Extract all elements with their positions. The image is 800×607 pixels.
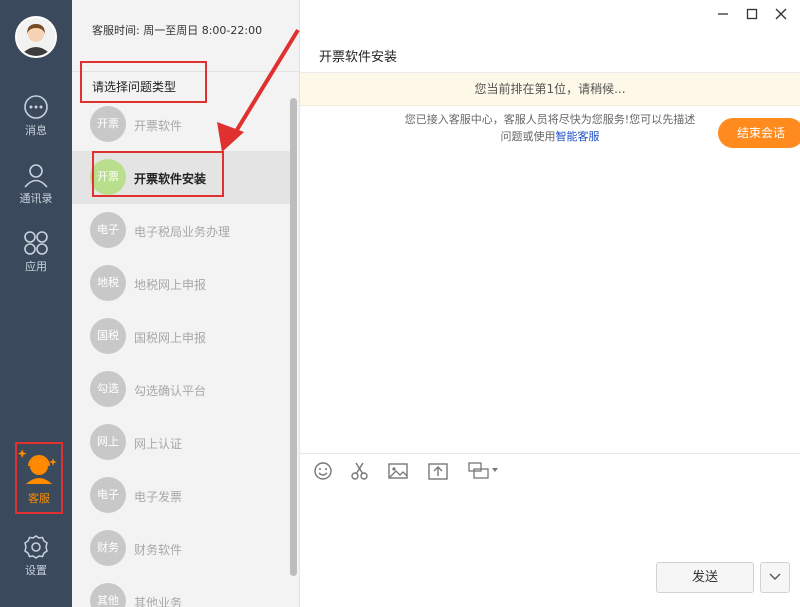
category-badge: 勾选 — [90, 371, 126, 407]
maximize-icon[interactable] — [743, 8, 761, 26]
apps-grid-icon — [24, 231, 48, 255]
user-avatar[interactable] — [15, 16, 57, 58]
category-item[interactable]: 网上 网上认证 — [72, 416, 290, 469]
category-item[interactable]: 开票 开票软件 — [72, 98, 290, 151]
smart-service-link[interactable]: 智能客服 — [556, 130, 600, 143]
chat-bubble-icon — [24, 95, 48, 119]
category-name: 地税网上申报 — [134, 278, 207, 292]
selected-highlight-box — [92, 151, 224, 197]
emoji-icon[interactable] — [312, 460, 334, 482]
category-item[interactable]: 财务 财务软件 — [72, 522, 290, 575]
send-options-chevron-down-icon[interactable] — [760, 562, 790, 593]
rail-item-messages[interactable]: 消息 — [0, 94, 72, 138]
category-item[interactable]: 地税 地税网上申报 — [72, 257, 290, 310]
category-name: 其他业务 — [134, 596, 183, 607]
rail-item-label: 应用 — [25, 260, 47, 273]
minimize-icon[interactable] — [714, 8, 732, 26]
rail-item-label: 消息 — [25, 124, 47, 137]
chat-panel: 开票软件安装 您当前排在第1位，请稍候... 您已接入客服中心，客服人员将尽快为… — [300, 0, 800, 607]
category-badge: 其他 — [90, 583, 126, 607]
category-item[interactable]: 电子 电子税局业务办理 — [72, 204, 290, 257]
rail-item-label: 通讯录 — [19, 192, 53, 205]
category-name: 电子税局业务办理 — [134, 225, 231, 239]
category-badge: 地税 — [90, 265, 126, 301]
category-badge: 电子 — [90, 212, 126, 248]
category-item[interactable]: 国税 国税网上申报 — [72, 310, 290, 363]
upload-icon[interactable] — [427, 460, 449, 482]
toolbar-divider — [300, 453, 800, 454]
system-message-line: 问题或使用智能客服 — [380, 128, 720, 145]
category-item[interactable]: 勾选 勾选确认平台 — [72, 363, 290, 416]
category-item[interactable]: 其他 其他业务 — [72, 575, 290, 607]
chat-title: 开票软件安装 — [319, 50, 398, 65]
rail-item-contacts[interactable]: 通讯录 — [0, 162, 72, 206]
category-badge: 国税 — [90, 318, 126, 354]
category-badge: 开票 — [90, 106, 126, 142]
category-name: 网上认证 — [134, 437, 183, 451]
category-name: 开票软件 — [134, 119, 183, 133]
category-name: 电子发票 — [134, 490, 183, 504]
customer-service-icon — [17, 449, 57, 484]
rail-item-customer-service[interactable]: 客服 — [15, 442, 63, 514]
list-scrollbar[interactable] — [290, 98, 297, 576]
close-icon[interactable] — [772, 8, 790, 26]
category-badge: 电子 — [90, 477, 126, 513]
system-message-text: 问题或使用 — [500, 130, 556, 143]
question-type-panel: 客服时间: 周一至周日 8:00-22:00 请选择问题类型 开票 开票软件 开… — [72, 0, 300, 607]
gear-icon — [24, 535, 48, 559]
system-message-line: 您已接入客服中心，客服人员将尽快为您服务!您可以先描述 — [404, 113, 696, 126]
category-badge: 财务 — [90, 530, 126, 566]
rail-item-label: 设置 — [25, 564, 47, 577]
scissors-icon[interactable] — [349, 460, 371, 482]
rail-item-label: 客服 — [28, 492, 50, 505]
screenshot-icon[interactable] — [467, 460, 501, 482]
choose-type-prompt: 请选择问题类型 — [92, 80, 177, 94]
rail-item-apps[interactable]: 应用 — [0, 230, 72, 274]
category-name: 勾选确认平台 — [134, 384, 207, 398]
queue-notice: 您当前排在第1位，请稍候... — [300, 72, 800, 106]
send-button[interactable]: 发送 — [656, 562, 754, 593]
avatar-person-icon — [17, 18, 55, 56]
service-hours: 客服时间: 周一至周日 8:00-22:00 — [92, 24, 263, 37]
end-session-button[interactable]: 结束会话 — [718, 118, 800, 148]
category-name: 国税网上申报 — [134, 331, 207, 345]
system-message: 您已接入客服中心，客服人员将尽快为您服务!您可以先描述 问题或使用智能客服 — [380, 111, 720, 145]
rail-item-settings[interactable]: 设置 — [0, 534, 72, 578]
category-item[interactable]: 电子 电子发票 — [72, 469, 290, 522]
category-name: 财务软件 — [134, 543, 183, 557]
category-badge: 网上 — [90, 424, 126, 460]
nav-rail: 消息 通讯录 应用 客服 设置 — [0, 0, 72, 607]
image-icon[interactable] — [387, 460, 409, 482]
contact-person-icon — [24, 164, 48, 188]
